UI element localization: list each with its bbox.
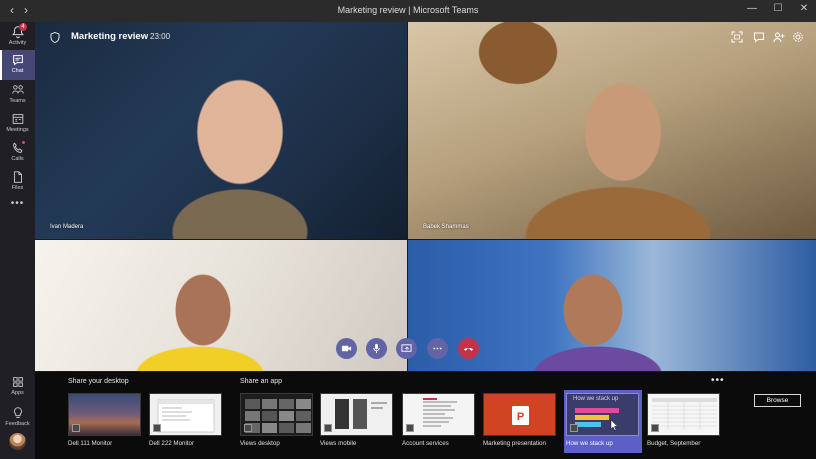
rail-item-files[interactable]: Files bbox=[0, 167, 35, 197]
video-camera-icon bbox=[341, 345, 352, 352]
rail-item-label: Calls bbox=[11, 156, 24, 162]
calls-notification-dot bbox=[22, 141, 25, 144]
rail-item-label: Meetings bbox=[6, 127, 29, 133]
svg-text:P: P bbox=[517, 411, 524, 423]
share-thumb-marketing-presentation[interactable]: P bbox=[483, 393, 556, 436]
avatar[interactable] bbox=[9, 433, 26, 450]
fullscreen-icon[interactable] bbox=[731, 31, 743, 43]
rail-item-label: Files bbox=[11, 185, 24, 191]
conversation-icon[interactable] bbox=[753, 31, 765, 43]
tray-more-icon[interactable]: ••• bbox=[711, 375, 725, 386]
app-icon bbox=[244, 424, 252, 432]
more-icon bbox=[433, 347, 442, 350]
apps-icon bbox=[12, 377, 23, 387]
window-title: Marketing review | Microsoft Teams bbox=[337, 5, 479, 15]
share-screen-icon bbox=[401, 344, 412, 352]
more-apps-icon[interactable]: ••• bbox=[0, 198, 35, 209]
video-tile-ivan: Ivan Madera bbox=[35, 22, 407, 239]
video-tile-babek: Babek Shammas bbox=[408, 22, 816, 239]
share-tray: Share your desktop Share an app ••• Brow… bbox=[35, 372, 816, 459]
share-thumb-views-mobile[interactable] bbox=[320, 393, 393, 436]
lightbulb-icon bbox=[13, 407, 22, 418]
meeting-icon bbox=[50, 32, 60, 43]
share-item-label: Views desktop bbox=[240, 440, 280, 447]
teams-icon bbox=[11, 85, 24, 94]
participants-icon[interactable] bbox=[773, 31, 785, 43]
share-item-label: How we stack up bbox=[566, 440, 613, 447]
chat-icon bbox=[12, 55, 23, 66]
word-icon bbox=[406, 424, 414, 432]
rail-item-feedback[interactable]: Feedback bbox=[0, 403, 35, 433]
share-screen-button[interactable] bbox=[396, 338, 417, 359]
rail-item-calls[interactable]: Calls bbox=[0, 138, 35, 168]
activity-badge: 4 bbox=[19, 23, 27, 31]
maximize-button[interactable]: ☐ bbox=[770, 3, 786, 14]
share-item-label: Views mobile bbox=[320, 440, 357, 447]
close-button[interactable]: ✕ bbox=[796, 3, 812, 14]
share-thumb-how-we-stack-up[interactable]: How we stack up bbox=[566, 393, 639, 436]
app-icon bbox=[570, 424, 578, 432]
share-thumb-budget-september[interactable] bbox=[647, 393, 720, 436]
hang-up-phone-icon bbox=[463, 348, 474, 351]
rail-item-label: Teams bbox=[9, 98, 26, 104]
title-bar: ‹ › Marketing review | Microsoft Teams —… bbox=[0, 0, 816, 22]
meeting-title: Marketing review bbox=[71, 31, 149, 42]
share-desktop-heading: Share your desktop bbox=[68, 378, 129, 385]
rail-item-label: Chat bbox=[11, 68, 24, 74]
participant-name: Babek Shammas bbox=[423, 224, 469, 230]
share-thumb-account-services[interactable] bbox=[402, 393, 475, 436]
participant-name: Ivan Madera bbox=[50, 224, 84, 230]
camera-button[interactable] bbox=[336, 338, 357, 359]
powerpoint-icon: P bbox=[512, 406, 529, 425]
monitor-icon bbox=[153, 424, 161, 432]
app-icon bbox=[324, 424, 332, 432]
meeting-timer: 23:00 bbox=[150, 32, 171, 41]
rail-item-meetings[interactable]: Meetings bbox=[0, 109, 35, 139]
microphone-button[interactable] bbox=[366, 338, 387, 359]
share-thumb-views-desktop[interactable] bbox=[240, 393, 313, 436]
file-icon bbox=[13, 171, 22, 183]
rail-item-chat[interactable]: Chat bbox=[0, 50, 35, 80]
rail-item-apps[interactable]: Apps bbox=[0, 372, 35, 402]
more-actions-button[interactable] bbox=[427, 338, 448, 359]
share-thumb-dell-222[interactable] bbox=[149, 393, 222, 436]
rail-item-activity[interactable]: 4 Activity bbox=[0, 22, 35, 52]
rail-item-teams[interactable]: Teams bbox=[0, 80, 35, 110]
rail-item-label: Apps bbox=[11, 390, 24, 396]
share-item-label: Marketing presentation bbox=[483, 440, 546, 447]
minimize-button[interactable]: — bbox=[744, 3, 760, 14]
excel-icon bbox=[651, 424, 659, 432]
share-item-label: Dell 222 Monitor bbox=[149, 440, 195, 447]
rail-item-label: Activity bbox=[8, 40, 27, 46]
microphone-icon bbox=[373, 343, 380, 354]
share-item-label: Budget, September bbox=[647, 440, 701, 447]
calendar-icon bbox=[12, 114, 23, 124]
share-item-label: Account services bbox=[402, 440, 449, 447]
hang-up-button[interactable] bbox=[458, 338, 479, 359]
thumb-slide-title: How we stack up bbox=[573, 396, 619, 402]
monitor-icon bbox=[72, 424, 80, 432]
browse-button[interactable]: Browse bbox=[754, 394, 801, 407]
share-app-heading: Share an app bbox=[240, 378, 283, 385]
share-item-label: Dell 111 Monitor bbox=[68, 440, 113, 447]
settings-gear-icon[interactable] bbox=[792, 31, 804, 43]
rail-item-label: Feedback bbox=[5, 421, 30, 427]
share-thumb-dell-111[interactable] bbox=[68, 393, 141, 436]
app-rail: 4 Activity Chat Teams Meetings Calls Fil… bbox=[0, 22, 35, 459]
